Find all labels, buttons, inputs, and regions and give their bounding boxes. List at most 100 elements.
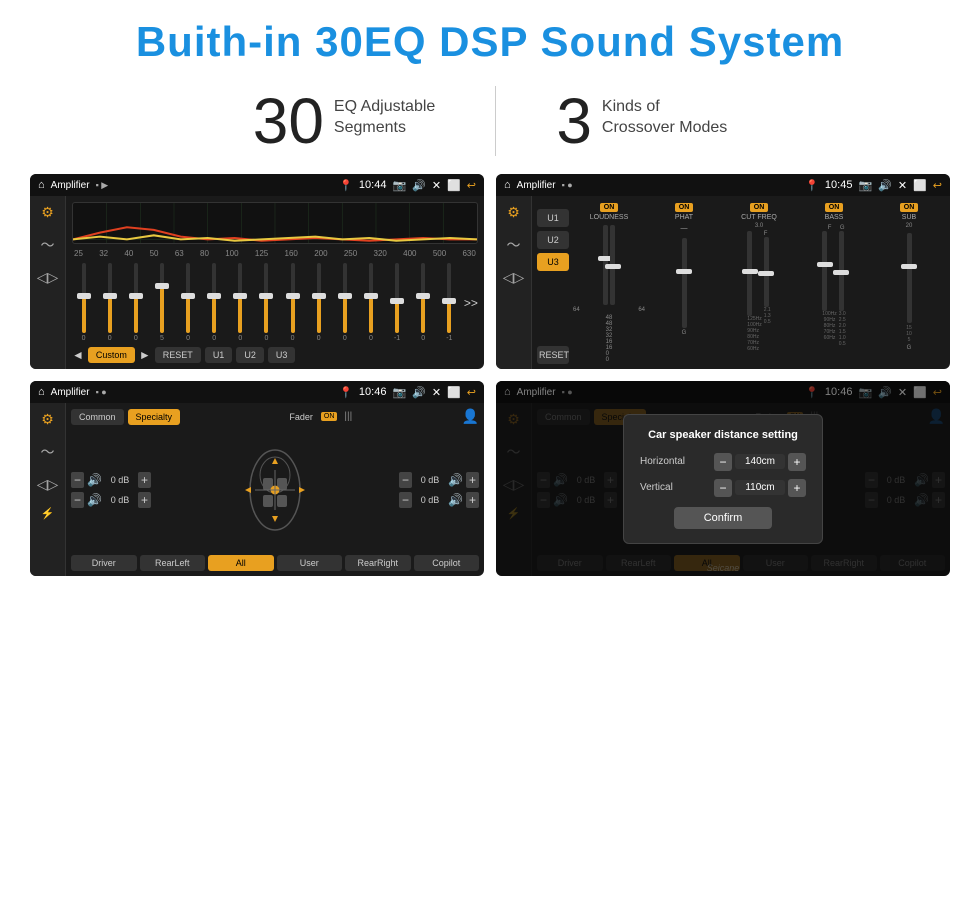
reset-btn-1[interactable]: RESET xyxy=(155,347,201,363)
eq-slider-0[interactable]: 0 xyxy=(72,263,95,342)
specialty-btn[interactable]: Specialty xyxy=(128,409,181,425)
rearleft-btn[interactable]: RearLeft xyxy=(140,555,206,571)
rearright-btn[interactable]: RearRight xyxy=(345,555,411,571)
rl-plus[interactable]: + xyxy=(138,492,151,508)
eq-number: 30 xyxy=(253,89,324,153)
fl-minus[interactable]: − xyxy=(71,472,84,488)
statusbar-2: ⌂ Amplifier ▪ ● 📍 10:45 📷 🔊 ✕ ⬜ ↩ xyxy=(496,174,950,196)
wave-icon-2[interactable]: 〜 xyxy=(507,235,521,255)
rl-minus[interactable]: − xyxy=(71,492,84,508)
horizontal-value: 140cm xyxy=(735,454,785,469)
rl-control: − 🔊 0 dB + xyxy=(71,492,151,508)
eq-slider-4[interactable]: 0 xyxy=(177,263,200,342)
wave-icon[interactable]: 〜 xyxy=(41,235,55,255)
eq-icon[interactable]: ⚙ xyxy=(41,204,54,221)
eq-sliders: 0 0 0 5 0 0 0 0 0 0 0 0 -1 0 -1 >> xyxy=(72,263,478,342)
side-icons-3: ⚙ 〜 ◁▷ ⚡ xyxy=(30,403,66,576)
dialog-horizontal-row: Horizontal − 140cm + xyxy=(640,453,806,471)
u1-btn-1[interactable]: U1 xyxy=(205,347,233,363)
u3-dsp[interactable]: U3 xyxy=(537,253,569,271)
expand-icon[interactable]: >> xyxy=(464,296,478,310)
vertical-label: Vertical xyxy=(640,482,673,493)
reset-dsp[interactable]: RESET xyxy=(537,346,569,364)
stat-crossover: 3 Kinds ofCrossover Modes xyxy=(496,89,787,153)
amplifier-label-2: Amplifier xyxy=(517,180,556,191)
common-btn[interactable]: Common xyxy=(71,409,124,425)
eq-slider-11[interactable]: 0 xyxy=(359,263,382,342)
eq-slider-3[interactable]: 5 xyxy=(150,263,173,342)
bt-icon-3[interactable]: ⚡ xyxy=(41,507,55,520)
confirm-button[interactable]: Confirm xyxy=(674,507,773,529)
fl-plus[interactable]: + xyxy=(138,472,151,488)
band-loudness: ON LOUDNESS 6464 4848 3232 1616 xyxy=(573,203,645,363)
eq-slider-13[interactable]: 0 xyxy=(412,263,435,342)
custom-btn[interactable]: Custom xyxy=(88,347,135,363)
eq-slider-8[interactable]: 0 xyxy=(281,263,304,342)
stat-eq: 30 EQ AdjustableSegments xyxy=(193,89,496,153)
fr-minus[interactable]: − xyxy=(399,472,412,488)
horizontal-plus[interactable]: + xyxy=(788,453,806,471)
band-sub: ON SUB 20 15105 G xyxy=(873,203,945,351)
home-icon-1[interactable]: ⌂ xyxy=(38,179,45,191)
driver-btn[interactable]: Driver xyxy=(71,555,137,571)
eq-label: EQ AdjustableSegments xyxy=(334,89,435,139)
time-2: 10:45 xyxy=(825,179,853,191)
screenshots-grid: ⌂ Amplifier ▪ ▶ 📍 10:44 📷 🔊 ✕ ⬜ ↩ ⚙ 〜 ◁▷ xyxy=(0,174,980,586)
eq-slider-7[interactable]: 0 xyxy=(255,263,278,342)
vertical-plus[interactable]: + xyxy=(788,479,806,497)
rr-minus[interactable]: − xyxy=(399,492,412,508)
eq-icon-3[interactable]: ⚙ xyxy=(41,411,54,428)
eq-slider-14[interactable]: -1 xyxy=(438,263,461,342)
fl-control: − 🔊 0 dB + xyxy=(71,472,151,488)
all-btn[interactable]: All xyxy=(208,555,274,571)
vertical-value: 110cm xyxy=(735,480,785,495)
home-icon-2[interactable]: ⌂ xyxy=(504,179,511,191)
eq-graph: .grid-line{stroke:#1e2e1e;stroke-width:0… xyxy=(72,202,478,244)
dialog-box: Car speaker distance setting Horizontal … xyxy=(623,414,823,544)
eq-slider-6[interactable]: 0 xyxy=(229,263,252,342)
band-bass: ON BASS F 100Hz90Hz80Hz70Hz60Hz G xyxy=(798,203,870,347)
side-icons-1: ⚙ 〜 ◁▷ xyxy=(30,196,66,369)
amplifier-label-3: Amplifier xyxy=(51,387,90,398)
side-icons-2: ⚙ 〜 ◁▷ xyxy=(496,196,532,369)
freq-labels: 25324050 6380100125 160200250320 4005006… xyxy=(72,249,478,258)
vol-icon-3[interactable]: ◁▷ xyxy=(37,476,59,493)
band-phat: ON PHAT — G xyxy=(648,203,720,336)
time-3: 10:46 xyxy=(359,386,387,398)
dialog-title: Car speaker distance setting xyxy=(640,429,806,441)
play-icon[interactable]: ► xyxy=(139,348,151,362)
horizontal-minus[interactable]: − xyxy=(714,453,732,471)
speaker-bottom-btns: Driver RearLeft All User RearRight Copil… xyxy=(71,555,479,571)
fader-on: ON xyxy=(321,412,338,421)
vertical-minus[interactable]: − xyxy=(714,479,732,497)
vol-icon[interactable]: ◁▷ xyxy=(37,269,59,286)
user-btn[interactable]: User xyxy=(277,555,343,571)
crossover-label: Kinds ofCrossover Modes xyxy=(602,89,727,139)
screen-speaker: ⌂ Amplifier ▪ ● 📍 10:46 📷 🔊 ✕ ⬜ ↩ ⚙ 〜 ◁▷… xyxy=(30,381,484,576)
wave-icon-3[interactable]: 〜 xyxy=(41,442,55,462)
eq-icon-2[interactable]: ⚙ xyxy=(507,204,520,221)
u3-btn-1[interactable]: U3 xyxy=(268,347,296,363)
dialog-vertical-row: Vertical − 110cm + xyxy=(640,479,806,497)
rr-plus[interactable]: + xyxy=(466,492,479,508)
eq-slider-1[interactable]: 0 xyxy=(98,263,121,342)
eq-slider-12[interactable]: -1 xyxy=(386,263,409,342)
statusbar-3: ⌂ Amplifier ▪ ● 📍 10:46 📷 🔊 ✕ ⬜ ↩ xyxy=(30,381,484,403)
fr-plus[interactable]: + xyxy=(466,472,479,488)
time-1: 10:44 xyxy=(359,179,387,191)
u1-dsp[interactable]: U1 xyxy=(537,209,569,227)
rr-control: − 0 dB 🔊 + xyxy=(399,492,479,508)
vol-icon-2[interactable]: ◁▷ xyxy=(503,269,525,286)
u2-dsp[interactable]: U2 xyxy=(537,231,569,249)
copilot-btn[interactable]: Copilot xyxy=(414,555,480,571)
screen-dsp: ⌂ Amplifier ▪ ● 📍 10:45 📷 🔊 ✕ ⬜ ↩ ⚙ 〜 ◁▷ xyxy=(496,174,950,369)
eq-slider-5[interactable]: 0 xyxy=(203,263,226,342)
eq-slider-9[interactable]: 0 xyxy=(307,263,330,342)
u2-btn-1[interactable]: U2 xyxy=(236,347,264,363)
eq-slider-2[interactable]: 0 xyxy=(124,263,147,342)
prev-icon[interactable]: ◄ xyxy=(72,348,84,362)
home-icon-3[interactable]: ⌂ xyxy=(38,386,45,398)
fader-label: Fader xyxy=(289,412,313,422)
eq-slider-10[interactable]: 0 xyxy=(333,263,356,342)
page-header: Buith-in 30EQ DSP Sound System xyxy=(0,0,980,76)
